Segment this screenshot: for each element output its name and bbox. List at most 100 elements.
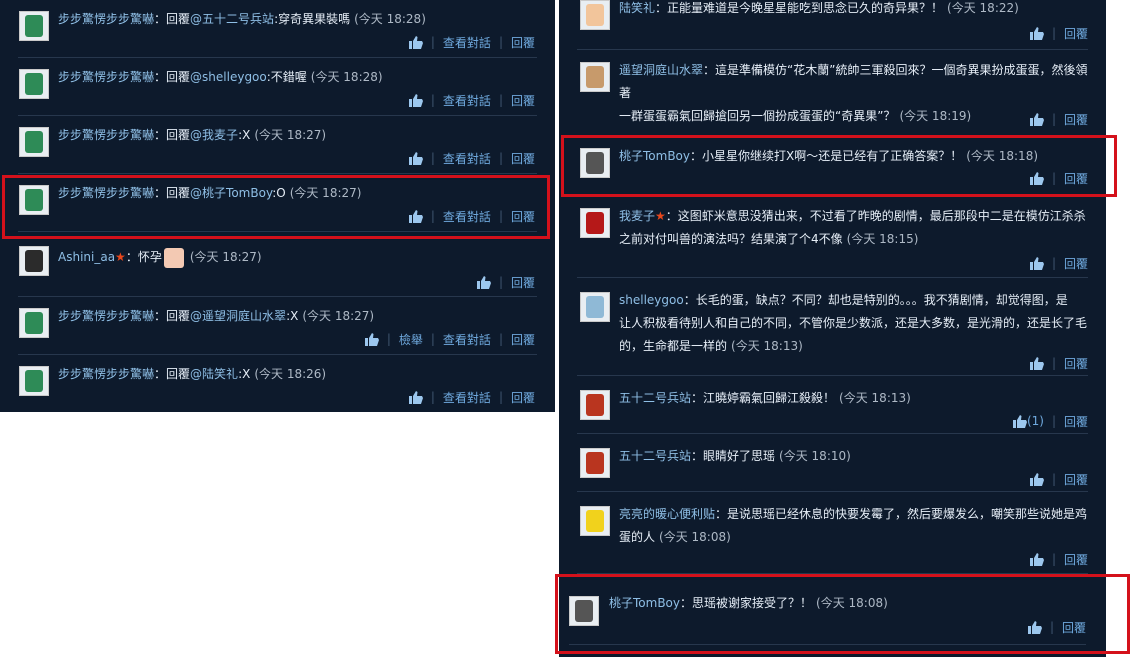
reply-button[interactable]: 回覆 (1064, 25, 1088, 42)
author-name[interactable]: 陆笑礼 (619, 1, 655, 15)
author-name[interactable]: 步步驚愣步步驚嚇 (58, 367, 154, 381)
author-name[interactable]: 步步驚愣步步驚嚇 (58, 12, 154, 26)
like-icon[interactable] (476, 275, 491, 289)
avatar[interactable] (19, 185, 49, 215)
reply-button[interactable]: 回覆 (1064, 471, 1088, 488)
view-conversation-button[interactable]: 查看對話 (443, 331, 491, 348)
avatar[interactable] (569, 596, 599, 626)
like-icon[interactable] (408, 390, 423, 404)
avatar[interactable] (580, 148, 610, 178)
mention-link[interactable]: @我麦子 (190, 128, 238, 142)
like-icon[interactable] (408, 209, 423, 223)
avatar[interactable] (19, 246, 49, 276)
avatar[interactable] (19, 366, 49, 396)
reply-button[interactable]: 回覆 (511, 34, 535, 51)
author-name[interactable]: 亮亮的暖心便利贴 (619, 507, 715, 521)
reply-button[interactable]: 回覆 (511, 274, 535, 291)
divider: | (430, 35, 435, 49)
like-icon[interactable] (1012, 414, 1027, 428)
reply-button[interactable]: 回覆 (511, 92, 535, 109)
avatar[interactable] (19, 11, 49, 41)
avatar-image (586, 296, 604, 318)
comment-text: 步步驚愣步步驚嚇：回覆@我麦子:X (今天 18:27) (58, 124, 326, 147)
mention-link[interactable]: @遥望洞庭山水翠 (190, 309, 286, 323)
author-name[interactable]: 我麦子 (619, 209, 655, 223)
divider: | (1051, 552, 1056, 566)
comment-text: 陆笑礼：正能量难道是今晚星星能吃到思念已久的奇异果？！ (今天 18:22) (619, 0, 1099, 20)
mention-link[interactable]: @shelleygoo (190, 70, 267, 84)
author-name[interactable]: Ashini_aa (58, 250, 115, 264)
like-icon[interactable] (1029, 552, 1044, 566)
mention-link[interactable]: @五十二号兵站 (190, 12, 274, 26)
author-name[interactable]: 桃子TomBoy (609, 596, 680, 610)
avatar[interactable] (19, 127, 49, 157)
reply-button[interactable]: 回覆 (511, 208, 535, 225)
reply-button[interactable]: 回覆 (1064, 355, 1088, 372)
mention-link[interactable]: @桃子TomBoy (190, 186, 272, 200)
avatar[interactable] (580, 62, 610, 92)
separator: ： (691, 449, 704, 463)
comment-body: :穿奇異果裝嗎 (274, 12, 351, 26)
avatar[interactable] (580, 0, 610, 30)
comment-item: 步步驚愣步步驚嚇：回覆@桃子TomBoy:O (今天 18:27) | 查看對話 | 回覆 (0, 174, 555, 232)
view-conversation-button[interactable]: 查看對話 (443, 92, 491, 109)
author-name[interactable]: 遥望洞庭山水翠 (619, 63, 703, 77)
like-icon[interactable] (1029, 356, 1044, 370)
reply-button[interactable]: 回覆 (1064, 111, 1088, 128)
comment-item: 五十二号兵站：眼睛好了思瑶 (今天 18:10) | 回覆 (559, 434, 1106, 492)
author-name[interactable]: 桃子TomBoy (619, 149, 690, 163)
mention-link[interactable]: @陆笑礼 (190, 367, 238, 381)
divider-line (18, 231, 537, 232)
author-name[interactable]: 五十二号兵站 (619, 391, 691, 405)
avatar-image (586, 66, 604, 88)
reply-button[interactable]: 回覆 (1064, 170, 1088, 187)
avatar[interactable] (580, 208, 610, 238)
like-icon[interactable] (1029, 112, 1044, 126)
avatar[interactable] (19, 308, 49, 338)
reply-button[interactable]: 回覆 (1064, 551, 1088, 568)
comment-body: :不錯喔 (266, 70, 307, 84)
view-conversation-button[interactable]: 查看對話 (443, 150, 491, 167)
author-name[interactable]: 步步驚愣步步驚嚇 (58, 309, 154, 323)
avatar[interactable] (19, 69, 49, 99)
author-name[interactable]: 五十二号兵站 (619, 449, 691, 463)
author-name[interactable]: shelleygoo (619, 293, 684, 307)
separator: ： (691, 391, 704, 405)
like-icon[interactable] (408, 35, 423, 49)
reply-button[interactable]: 回覆 (1064, 255, 1088, 272)
comment-line: 的，生命都是一样的 (今天 18:13) (619, 335, 1099, 358)
reply-button[interactable]: 回覆 (1064, 413, 1088, 430)
comment-line: 五十二号兵站：江曉婷霸氣回歸江殺殺！ (今天 18:13) (619, 387, 1099, 410)
comment-text: 步步驚愣步步驚嚇：回覆@五十二号兵站:穿奇異果裝嗎 (今天 18:28) (58, 8, 426, 31)
like-icon[interactable] (408, 93, 423, 107)
reply-button[interactable]: 回覆 (511, 150, 535, 167)
comment-actions: | 回覆 (1029, 551, 1088, 568)
comment-actions: | 回覆 (1029, 471, 1088, 488)
reply-button[interactable]: 回覆 (511, 331, 535, 348)
like-icon[interactable] (1029, 26, 1044, 40)
view-conversation-button[interactable]: 查看對話 (443, 389, 491, 406)
divider: | (498, 332, 503, 346)
avatar[interactable] (580, 292, 610, 322)
avatar[interactable] (580, 448, 610, 478)
like-icon[interactable] (1029, 472, 1044, 486)
reply-button[interactable]: 回覆 (1062, 619, 1086, 636)
like-icon[interactable] (1027, 620, 1042, 634)
author-name[interactable]: 步步驚愣步步驚嚇 (58, 186, 154, 200)
author-name[interactable]: 步步驚愣步步驚嚇 (58, 70, 154, 84)
view-conversation-button[interactable]: 查看對話 (443, 34, 491, 51)
comment-actions: | 查看對話 | 回覆 (408, 92, 535, 109)
view-conversation-button[interactable]: 查看對話 (443, 208, 491, 225)
like-icon[interactable] (1029, 256, 1044, 270)
like-icon[interactable] (1029, 171, 1044, 185)
like-icon[interactable] (408, 151, 423, 165)
comment-line: 一群蛋蛋霸氣回歸搶回另一個扮成蛋蛋的“奇異果”？ (今天 18:19) (619, 105, 1099, 128)
reply-button[interactable]: 回覆 (511, 389, 535, 406)
separator: ： (154, 70, 167, 84)
author-name[interactable]: 步步驚愣步步驚嚇 (58, 128, 154, 142)
avatar[interactable] (580, 390, 610, 420)
comment-item: 步步驚愣步步驚嚇：回覆@shelleygoo:不錯喔 (今天 18:28) | 查看對… (0, 58, 555, 116)
report-button[interactable]: 檢舉 (399, 331, 423, 348)
avatar[interactable] (580, 506, 610, 536)
like-icon[interactable] (364, 332, 379, 346)
